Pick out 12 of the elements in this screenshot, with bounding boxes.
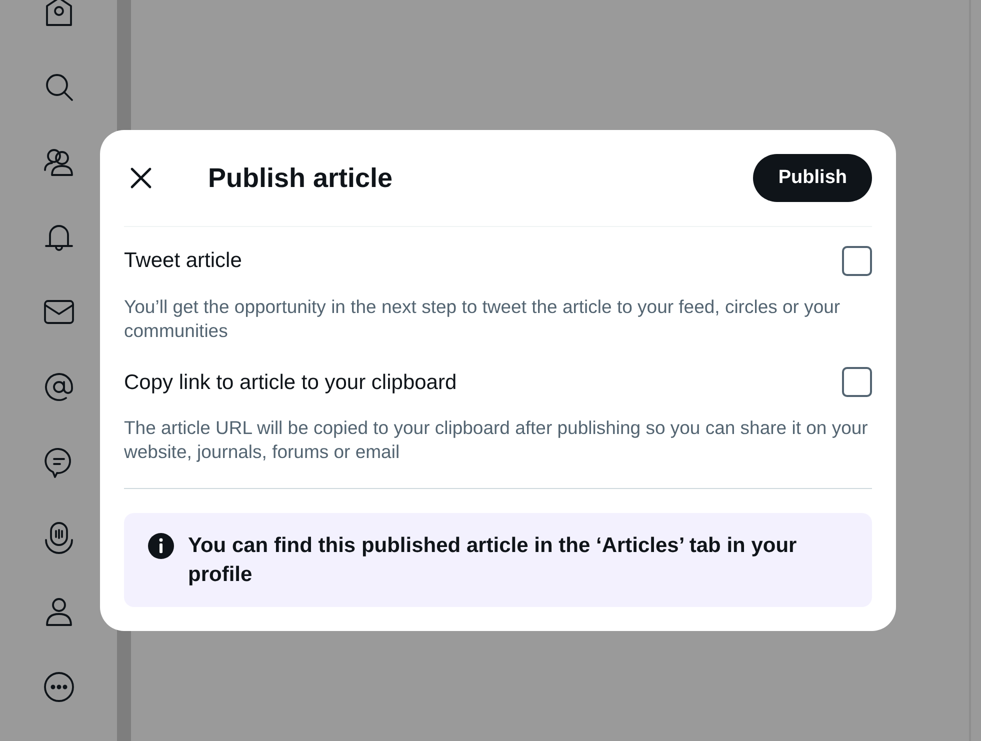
option-label: Copy link to article to your clipboard	[124, 370, 457, 396]
more-icon[interactable]	[42, 670, 76, 704]
option-description: The article URL will be copied to your clipboard after publishing so you can share it on your website, journals, forums or email	[124, 416, 869, 464]
dialog-title: Publish article	[208, 162, 393, 194]
info-icon	[148, 533, 174, 559]
option-label: Tweet article	[124, 248, 242, 274]
publish-button[interactable]: Publish	[753, 154, 872, 202]
close-icon	[129, 166, 153, 190]
option-description: You’ll get the opportunity in the next step to tweet the article to your feed, circles or your communities	[124, 294, 842, 342]
checkbox[interactable]	[842, 367, 872, 398]
checkbox[interactable]	[842, 246, 872, 276]
info-text: You can find this published article in the ‘Articles’ tab in your profile	[188, 533, 798, 588]
